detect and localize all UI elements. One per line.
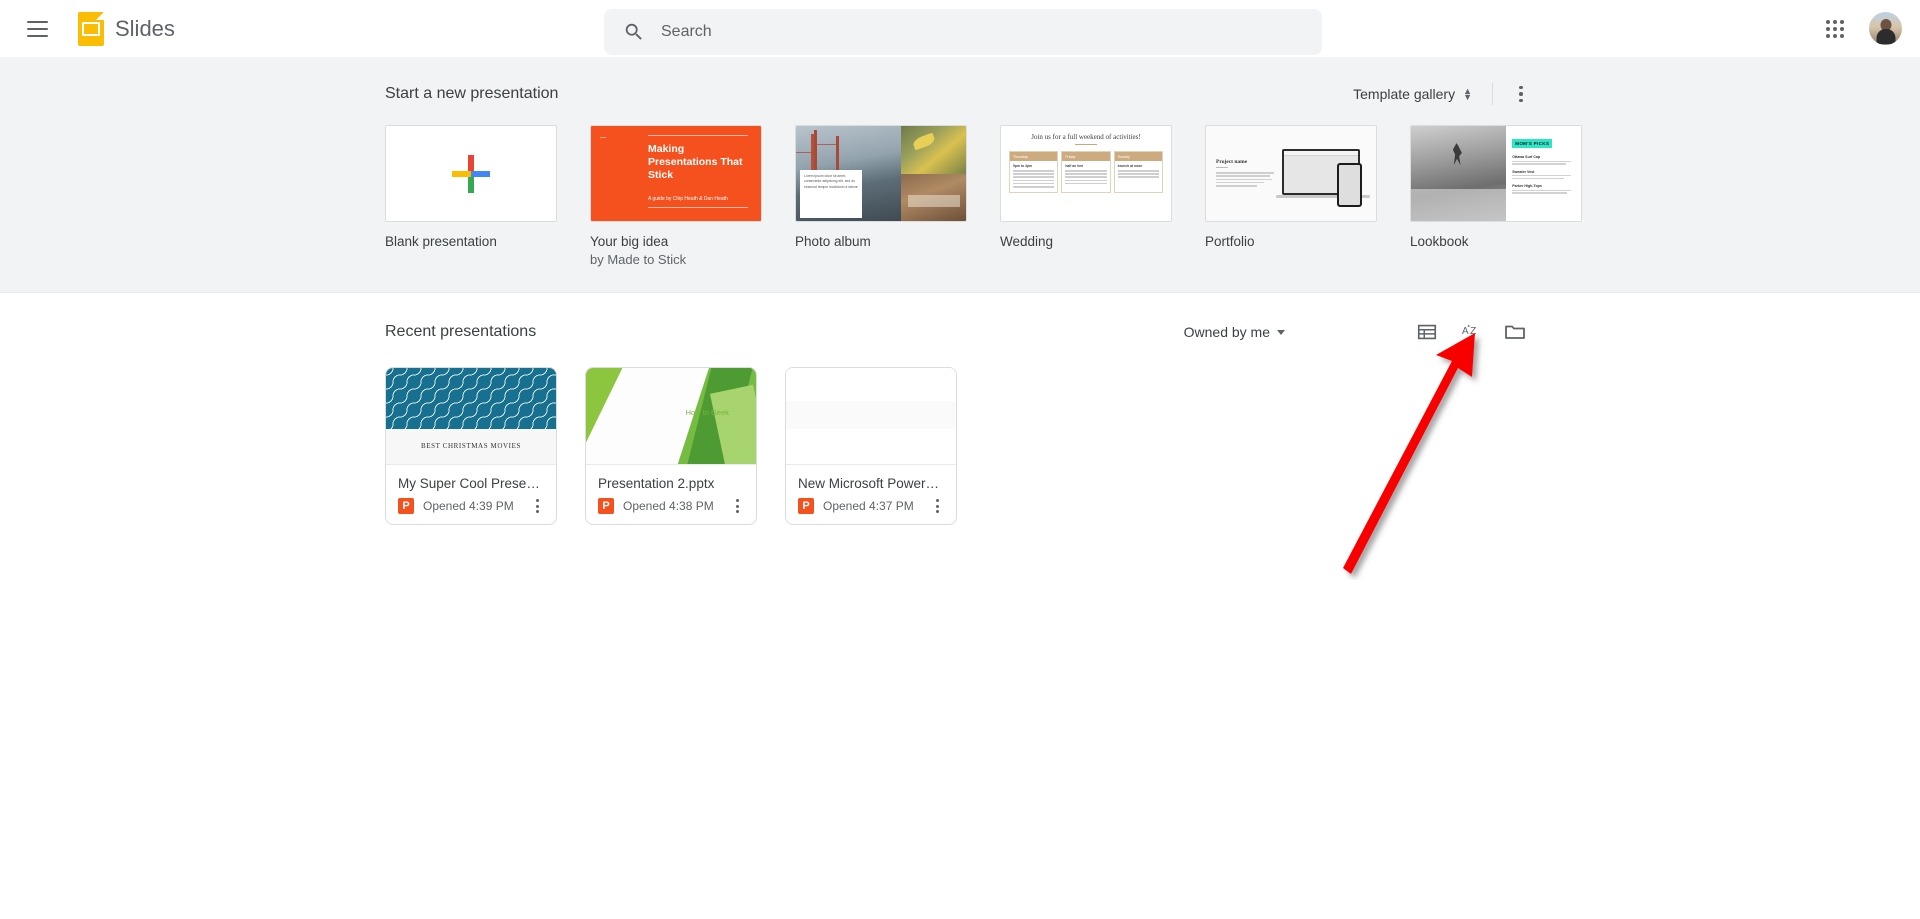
template-thumbnail: MOM'S PICKS Ottawa Surf Cap Sweater Vest… bbox=[1410, 125, 1582, 222]
owner-filter-dropdown[interactable]: Owned by me bbox=[1176, 318, 1293, 346]
wedding-col2-sub: half an hen bbox=[1065, 164, 1084, 168]
start-new-presentation-section: Start a new presentation Template galler… bbox=[0, 57, 1920, 293]
file-title: Presentation 2.pptx bbox=[598, 476, 715, 491]
lookbook-item-3: Parker High-Tops bbox=[1512, 184, 1542, 189]
file-thumbnail: How to Geek bbox=[586, 368, 756, 465]
list-view-icon bbox=[1417, 324, 1437, 340]
template-blank-presentation[interactable]: Blank presentation bbox=[385, 125, 557, 268]
template-thumb-title: Making Presentations That Stick bbox=[648, 143, 743, 181]
template-label: Your big idea bbox=[590, 234, 669, 249]
search-box[interactable] bbox=[604, 9, 1322, 55]
app-title: Slides bbox=[115, 15, 175, 41]
template-thumb-title: Project name bbox=[1216, 158, 1248, 165]
file-title: My Super Cool Presentati... bbox=[398, 476, 544, 491]
file-more-options-icon[interactable] bbox=[728, 497, 746, 515]
powerpoint-badge-icon: P bbox=[598, 498, 614, 514]
google-apps-grid-icon[interactable] bbox=[1815, 9, 1855, 49]
recent-presentations-section: Recent presentations Owned by me A Z BES… bbox=[0, 293, 1920, 525]
template-your-big-idea[interactable]: Making Presentations That Stick A guide … bbox=[590, 125, 762, 268]
wedding-col1-header: Thursday bbox=[1010, 152, 1058, 161]
file-thumb-text: BEST CHRISTMAS MOVIES bbox=[386, 429, 556, 464]
recent-header: Recent presentations Owned by me A Z bbox=[385, 315, 1535, 349]
templates-heading: Start a new presentation bbox=[385, 85, 559, 102]
wedding-col2-header: Friday bbox=[1062, 152, 1110, 161]
template-thumbnail: Project name bbox=[1205, 125, 1377, 222]
template-photo-album[interactable]: Lorem ipsum dolor sit amet, consectetur … bbox=[795, 125, 967, 268]
search-input[interactable] bbox=[661, 23, 1261, 41]
recent-files-grid: BEST CHRISTMAS MOVIES My Super Cool Pres… bbox=[385, 367, 1535, 525]
app-header: Slides bbox=[0, 0, 1920, 57]
template-thumbnail: Lorem ipsum dolor sit amet, consectetur … bbox=[795, 125, 967, 222]
hamburger-menu-icon[interactable] bbox=[22, 14, 52, 44]
template-thumbnail: Join us for a full weekend of activities… bbox=[1000, 125, 1172, 222]
unfold-more-icon: ▲ ▼ bbox=[1463, 86, 1472, 102]
template-label: Portfolio bbox=[1205, 234, 1255, 249]
file-thumb-text: How to Geek bbox=[685, 408, 729, 418]
slides-brand[interactable]: Slides bbox=[78, 11, 175, 46]
template-lookbook[interactable]: MOM'S PICKS Ottawa Surf Cap Sweater Vest… bbox=[1410, 125, 1582, 268]
wedding-col3-header: Sunday bbox=[1114, 152, 1162, 161]
file-card[interactable]: How to Geek Presentation 2.pptx P Opened… bbox=[585, 367, 757, 525]
owner-filter-label: Owned by me bbox=[1183, 324, 1270, 340]
template-label: Photo album bbox=[795, 234, 871, 249]
file-title: New Microsoft PowerPoi... bbox=[798, 476, 944, 491]
template-sublabel: by Made to Stick bbox=[590, 252, 687, 267]
file-opened-time: Opened 4:38 PM bbox=[623, 499, 714, 513]
template-label: Blank presentation bbox=[385, 234, 497, 249]
template-list: Blank presentation Making Presentations … bbox=[385, 125, 1582, 268]
file-card[interactable]: BEST CHRISTMAS MOVIES My Super Cool Pres… bbox=[385, 367, 557, 525]
svg-text:A: A bbox=[1462, 326, 1469, 337]
sort-button[interactable]: A Z bbox=[1451, 312, 1491, 352]
template-thumbnail bbox=[385, 125, 557, 222]
header-right-actions bbox=[1815, 0, 1902, 57]
template-gallery-label: Template gallery bbox=[1353, 86, 1456, 102]
powerpoint-badge-icon: P bbox=[398, 498, 414, 514]
template-label: Wedding bbox=[1000, 234, 1054, 249]
template-thumb-caption: Lorem ipsum dolor sit amet, consectetur … bbox=[800, 170, 862, 218]
lookbook-item-1: Ottawa Surf Cap bbox=[1512, 155, 1541, 159]
more-vert-icon[interactable] bbox=[1507, 80, 1535, 108]
lookbook-item-2: Sweater Vest bbox=[1512, 169, 1535, 174]
avatar[interactable] bbox=[1869, 12, 1902, 45]
powerpoint-badge-icon: P bbox=[798, 498, 814, 514]
search-bar[interactable] bbox=[604, 9, 1322, 55]
template-portfolio[interactable]: Project name Portfolio bbox=[1205, 125, 1377, 268]
template-thumbnail: Making Presentations That Stick A guide … bbox=[590, 125, 762, 222]
template-label: Lookbook bbox=[1410, 234, 1469, 249]
divider bbox=[1492, 83, 1493, 105]
template-wedding[interactable]: Join us for a full weekend of activities… bbox=[1000, 125, 1172, 268]
lookbook-tag: MOM'S PICKS bbox=[1512, 139, 1553, 148]
template-gallery-toggle[interactable]: Template gallery ▲ ▼ bbox=[1347, 82, 1478, 106]
template-thumb-title: Join us for a full weekend of activities… bbox=[1031, 133, 1141, 141]
template-thumb-byline: A guide by Chip Heath & Dan Heath bbox=[648, 196, 728, 202]
file-more-options-icon[interactable] bbox=[928, 497, 946, 515]
wedding-col1-sub: 5pm to 4pm bbox=[1013, 164, 1033, 168]
caret-down-icon bbox=[1277, 329, 1285, 335]
file-more-options-icon[interactable] bbox=[528, 497, 546, 515]
file-card[interactable]: New Microsoft PowerPoi... P Opened 4:37 … bbox=[785, 367, 957, 525]
plus-icon bbox=[452, 154, 490, 193]
open-file-picker-button[interactable] bbox=[1495, 312, 1535, 352]
file-opened-time: Opened 4:37 PM bbox=[823, 499, 914, 513]
templates-header: Start a new presentation Template galler… bbox=[385, 79, 1535, 109]
file-thumbnail: BEST CHRISTMAS MOVIES bbox=[386, 368, 556, 465]
search-icon bbox=[625, 23, 642, 40]
folder-open-icon bbox=[1505, 325, 1525, 339]
file-opened-time: Opened 4:39 PM bbox=[423, 499, 514, 513]
wedding-col3-sub: brunch at noon bbox=[1117, 164, 1143, 168]
svg-text:Z: Z bbox=[1470, 326, 1476, 337]
recent-heading: Recent presentations bbox=[385, 323, 537, 340]
file-thumbnail bbox=[786, 368, 956, 465]
google-slides-logo-icon bbox=[78, 11, 104, 46]
sort-az-icon: A Z bbox=[1462, 324, 1476, 340]
list-view-button[interactable] bbox=[1407, 312, 1447, 352]
